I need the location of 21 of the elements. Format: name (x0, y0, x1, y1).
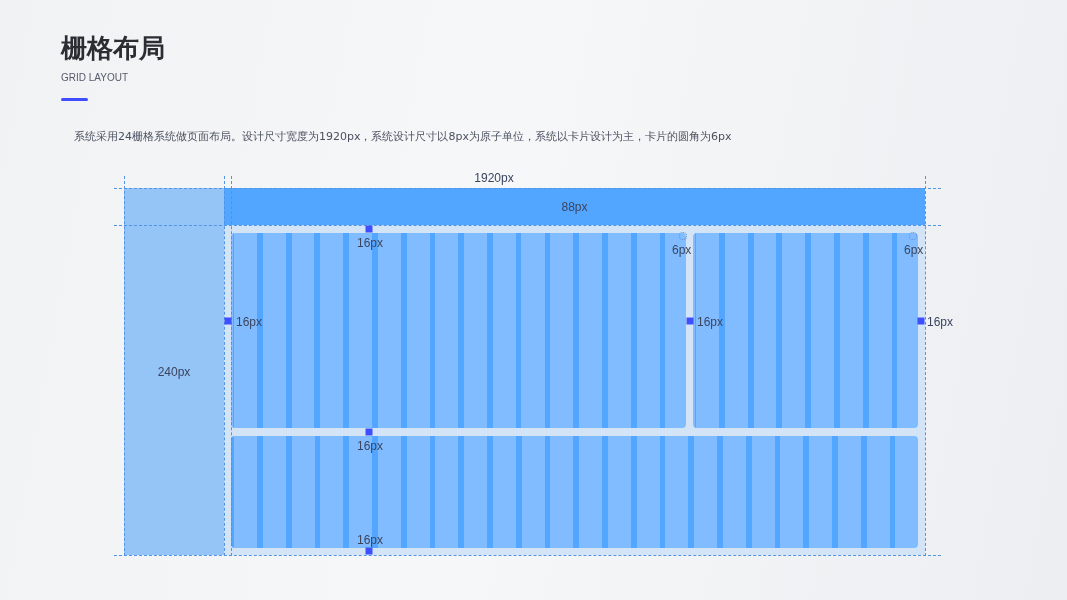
spacing-marker (917, 317, 925, 325)
radius-label: 6px (904, 243, 924, 257)
spacing-marker (686, 317, 694, 325)
spacing-label: 16px (357, 439, 384, 453)
page-subtitle: GRID LAYOUT (61, 71, 129, 85)
total-width-label: 1920px (474, 171, 514, 185)
page-title: 栅格布局 (61, 33, 166, 63)
spacing-marker (365, 428, 373, 436)
spacing-label: 16px (927, 315, 954, 329)
spacing-label: 16px (697, 315, 724, 329)
spacing-label: 16px (357, 236, 384, 250)
spacing-marker (365, 225, 373, 233)
header-height-label: 88px (561, 199, 588, 214)
sidebar-width-label: 240px (157, 364, 191, 379)
spacing-marker (224, 317, 232, 325)
spacing-label: 16px (357, 533, 384, 547)
radius-label: 6px (672, 243, 692, 257)
accent-bar (61, 98, 88, 101)
spacing-marker (365, 547, 373, 555)
description-text: 系统采用24栅格系统做页面布局。设计尺寸宽度为1920px，系统设计尺寸以8px为原子单位，系统以卡片设计为主，卡片的圆角为6px (74, 129, 732, 145)
spacing-label: 16px (236, 315, 263, 329)
